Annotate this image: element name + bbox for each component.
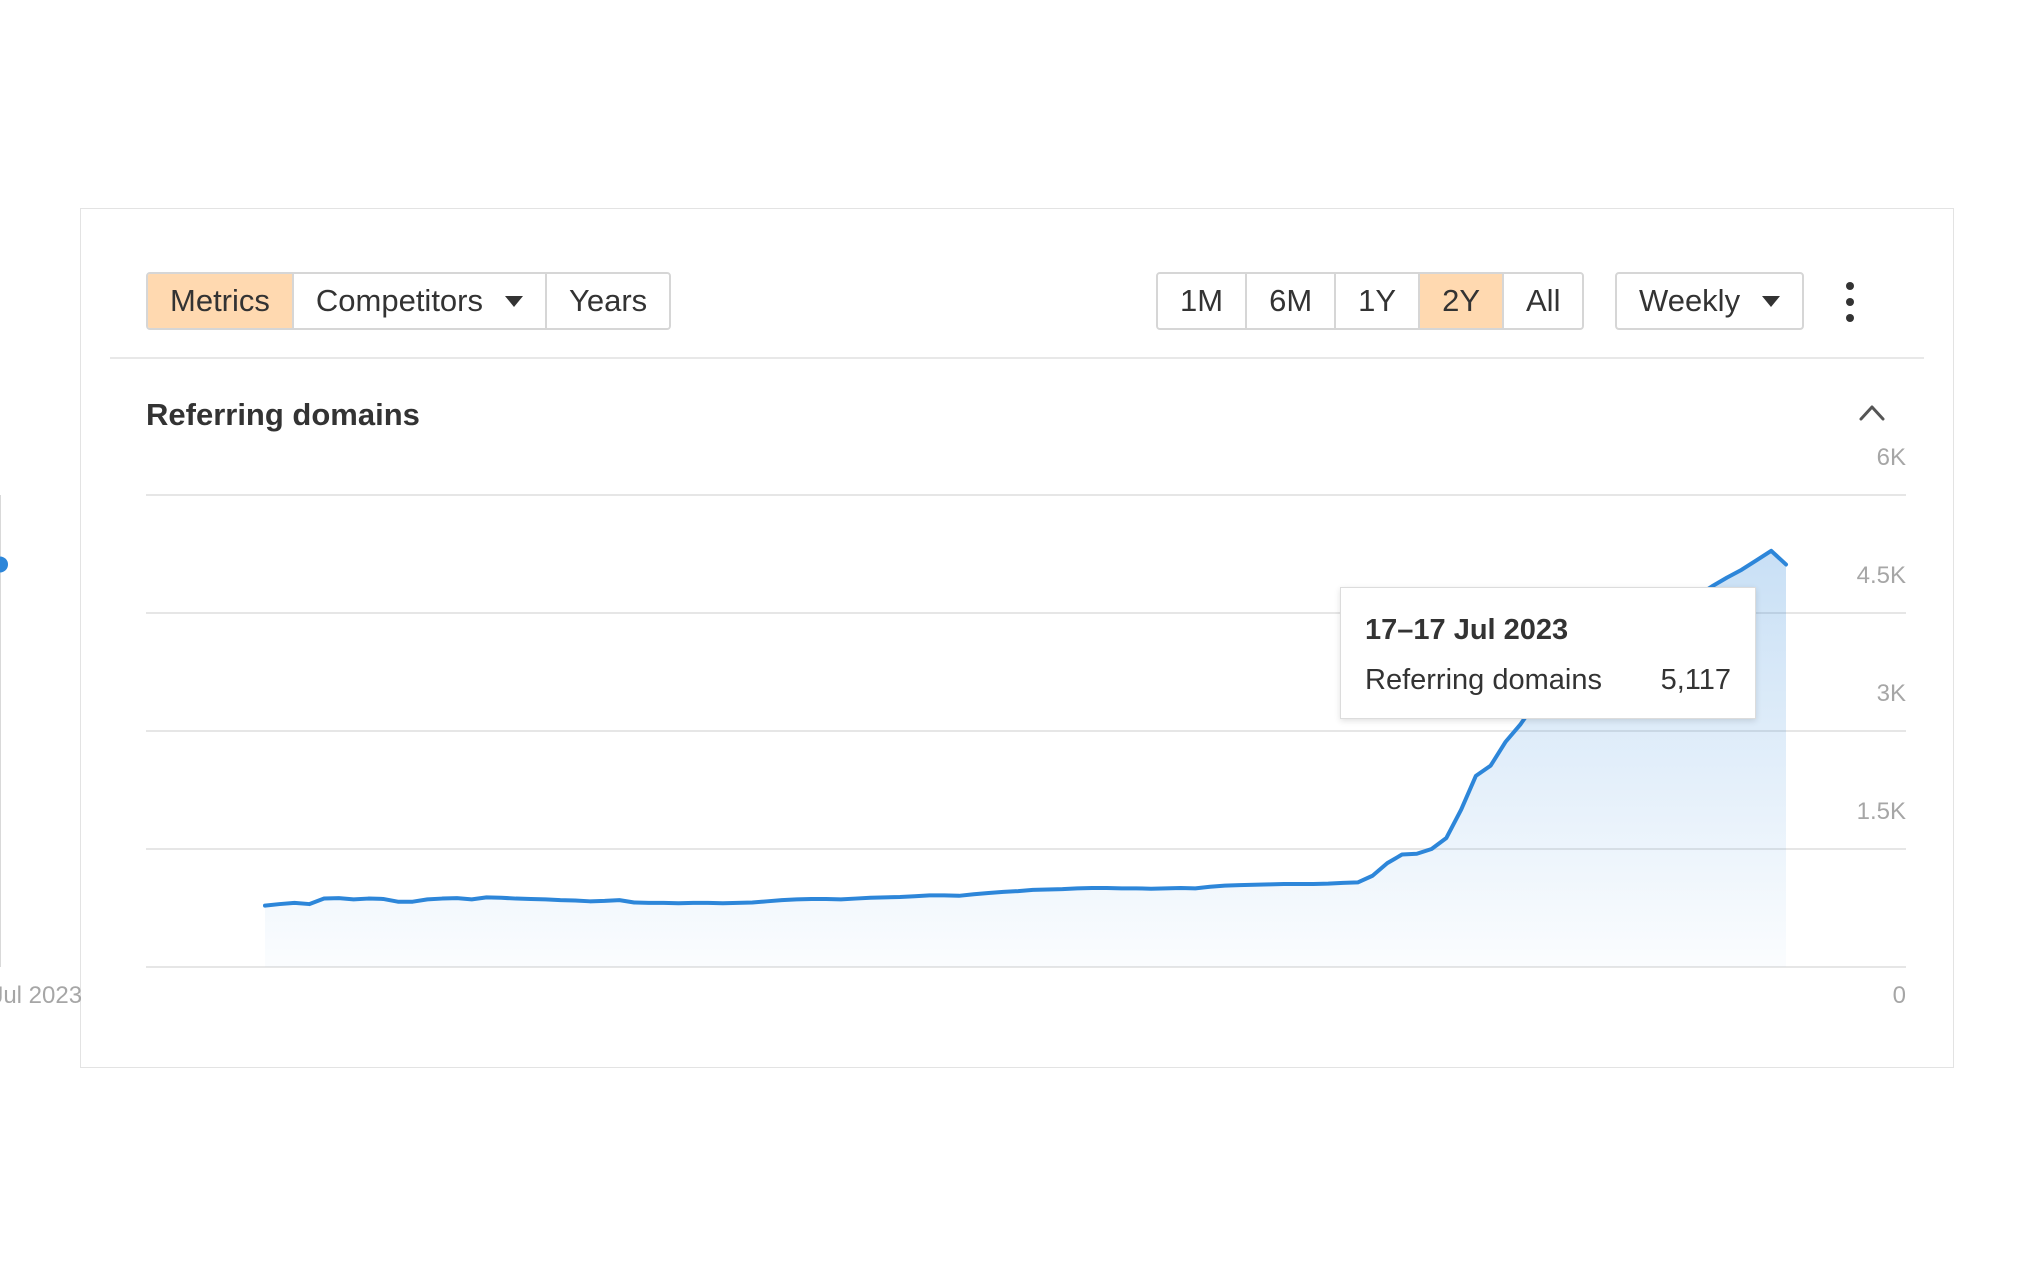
y-tick-label: 4.5K [1857,562,1906,589]
tooltip-date: 17–17 Jul 2023 [1365,614,1569,646]
highlight-point [0,556,8,573]
y-tick-label: 3K [1877,680,1906,707]
tooltip-label: Referring domains [1365,664,1602,696]
y-tick-label: 0 [1893,982,1906,1009]
y-tick-label: 1.5K [1857,798,1906,825]
x-tick-label: 17–17 Jul 2023 [0,982,82,1009]
tooltip-value: 5,117 [1660,664,1731,696]
chart-tooltip: 17–17 Jul 2023 Referring domains 5,117 [1340,587,1756,719]
y-tick-label: 6K [1877,444,1906,471]
